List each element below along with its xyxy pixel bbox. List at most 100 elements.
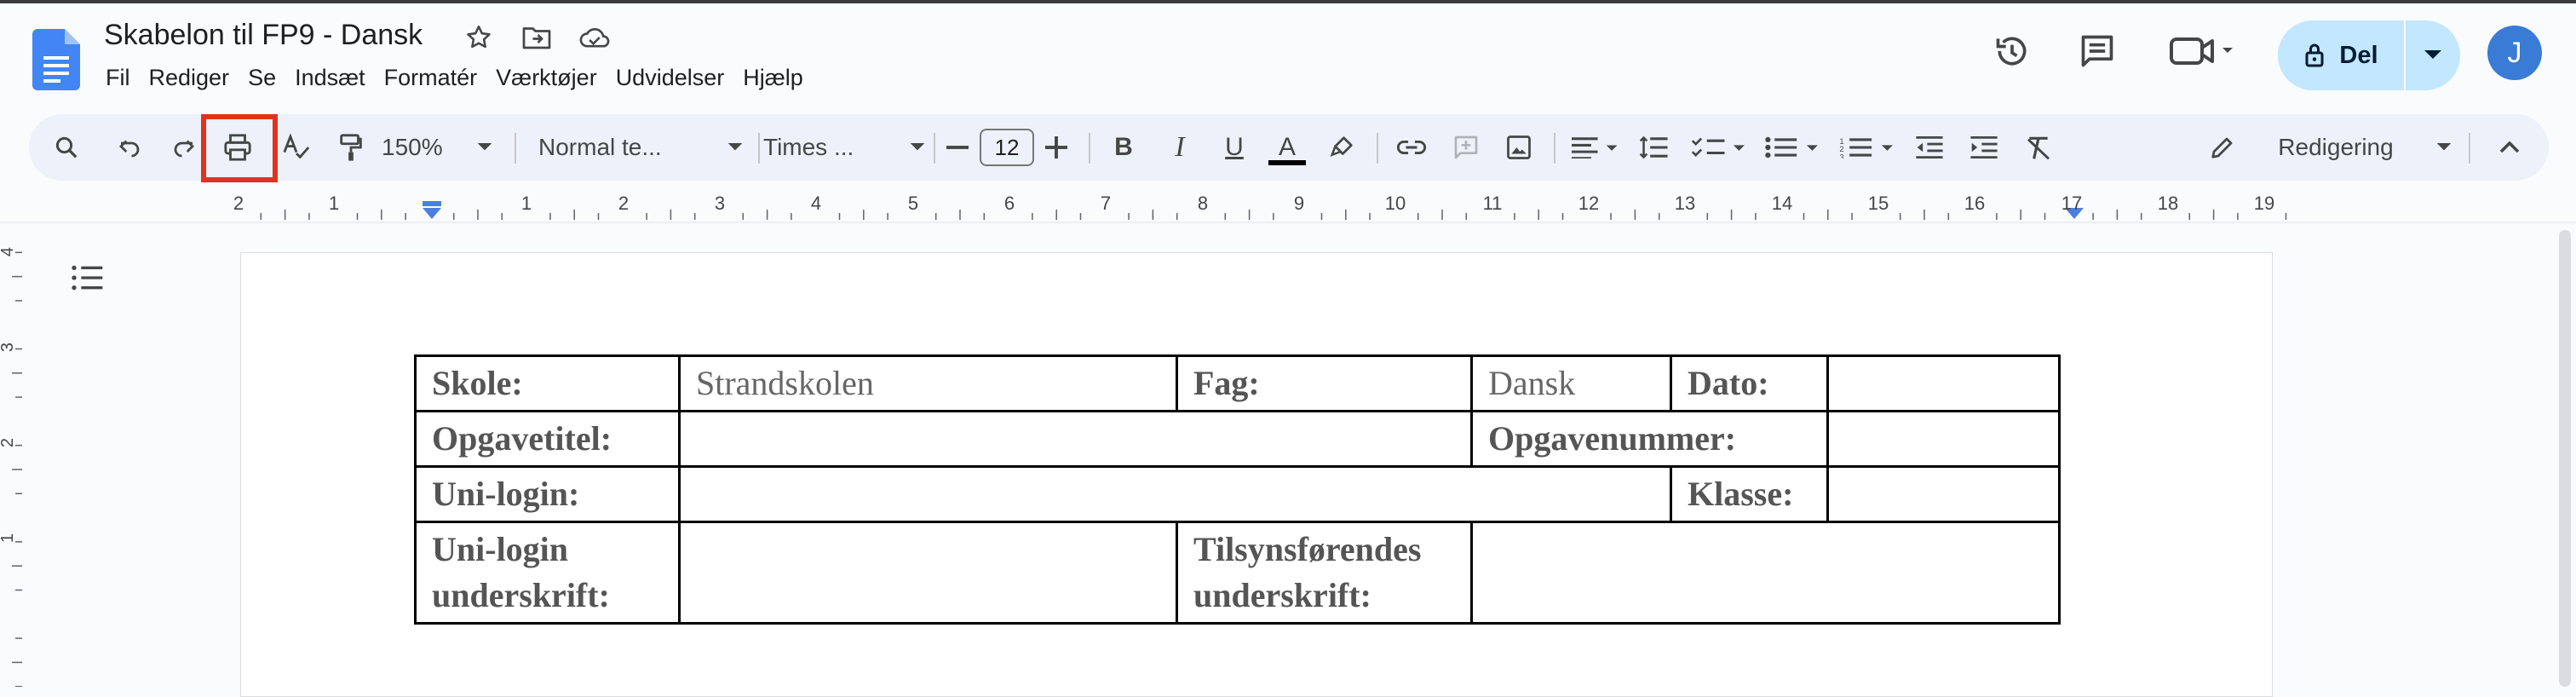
opgavenummer-label: Opgavenummer:: [1470, 410, 1829, 468]
print-highlight-box: [201, 114, 278, 182]
font-size-input-wrap: 12: [969, 114, 1044, 181]
ruler-label: 12: [1578, 193, 1600, 214]
editing-mode-dropdown[interactable]: Redigering: [2210, 114, 2452, 181]
opgavenummer-value-cell[interactable]: [1826, 410, 2061, 468]
ruler-label: 9: [1293, 193, 1305, 214]
avatar[interactable]: J: [2487, 26, 2542, 80]
increase-indent-icon[interactable]: [1963, 114, 2005, 181]
move-folder-icon[interactable]: [520, 20, 554, 55]
ruler-label: 6: [1003, 193, 1015, 214]
font-dropdown[interactable]: Times ...: [763, 114, 925, 181]
bold-icon[interactable]: B: [1102, 114, 1145, 181]
menu-udvidelser[interactable]: Udvidelser: [607, 65, 734, 91]
outline-icon[interactable]: [70, 261, 104, 295]
ruler-label: 10: [1384, 193, 1406, 214]
search-icon[interactable]: [46, 114, 87, 181]
unilogin-signature-label-line1: Uni-login: [432, 530, 569, 568]
cloud-status-icon[interactable]: [578, 20, 612, 55]
zoom-dropdown[interactable]: 150%: [382, 114, 492, 181]
chevron-down-icon: [727, 143, 743, 151]
ruler-label: 8: [1197, 193, 1209, 214]
paragraph-style-value: Normal te...: [538, 134, 662, 160]
align-icon[interactable]: [1566, 114, 1625, 181]
collapse-icon[interactable]: [2489, 114, 2530, 181]
italic-icon[interactable]: I: [1159, 114, 1201, 181]
paint-format-icon[interactable]: [331, 114, 371, 181]
paragraph-style-dropdown[interactable]: Normal te...: [538, 114, 743, 181]
ruler-label: 1: [328, 193, 340, 214]
unilogin-value-cell[interactable]: [678, 465, 1672, 523]
menu-vaerktoejer[interactable]: Værktøjer: [486, 65, 607, 91]
zoom-value: 150%: [382, 134, 443, 160]
star-icon[interactable]: [462, 20, 496, 55]
meet-icon[interactable]: [2164, 26, 2240, 77]
ruler-label: 13: [1674, 193, 1696, 214]
klasse-label: Klasse:: [1670, 465, 1829, 523]
highlight-icon[interactable]: [1320, 114, 1363, 181]
spellcheck-icon[interactable]: [276, 114, 317, 181]
checklist-icon[interactable]: [1685, 114, 1753, 181]
left-indent-marker[interactable]: [421, 201, 443, 220]
table-row: Opgavetitel: Opgavenummer:: [414, 410, 2061, 468]
vertical-ruler-label: 3: [0, 342, 18, 353]
underline-icon[interactable]: U: [1213, 114, 1256, 181]
menu-rediger[interactable]: Rediger: [140, 65, 239, 91]
lock-icon: [2305, 43, 2324, 67]
bullet-list-icon[interactable]: [1758, 114, 1826, 181]
unilogin-signature-value-cell[interactable]: [678, 521, 1178, 625]
docs-icon[interactable]: [32, 29, 80, 90]
decrease-indent-icon[interactable]: [1908, 114, 1951, 181]
share-button[interactable]: Del: [2278, 20, 2460, 90]
ruler-label: 4: [810, 193, 822, 214]
ruler-label: 2: [618, 193, 630, 214]
klasse-value-cell[interactable]: [1826, 465, 2061, 523]
ruler-label: 16: [1964, 193, 1986, 214]
document-title[interactable]: Skabelon til FP9 - Dansk: [104, 19, 423, 52]
menu-formater[interactable]: Formatér: [375, 65, 487, 91]
line-spacing-icon[interactable]: [1630, 114, 1676, 181]
ruler-label: 7: [1100, 193, 1112, 214]
table-row: Uni-login: Klasse:: [414, 465, 2061, 523]
ruler-label: 3: [714, 193, 726, 214]
clear-format-icon[interactable]: [2017, 114, 2060, 181]
tilsyn-signature-value-cell[interactable]: [1470, 521, 2061, 625]
numbered-list-icon[interactable]: 123: [1833, 114, 1901, 181]
ruler-label: 1: [520, 193, 532, 214]
font-size-input[interactable]: 12: [980, 129, 1034, 166]
undo-icon[interactable]: [109, 114, 150, 181]
menu-se[interactable]: Se: [239, 65, 285, 91]
chevron-down-icon: [477, 143, 492, 151]
menu-fil[interactable]: Fil: [104, 65, 140, 91]
fag-label: Fag:: [1176, 354, 1473, 412]
tilsyn-signature-label: Tilsynsførendes underskrift:: [1176, 521, 1473, 625]
menu-indsaet[interactable]: Indsæt: [285, 65, 375, 91]
increase-font-size-icon[interactable]: [1038, 114, 1075, 181]
dato-value-cell[interactable]: [1826, 354, 2061, 412]
dato-label: Dato:: [1670, 354, 1829, 412]
scrollbar[interactable]: [2559, 230, 2571, 687]
opgavetitel-value-cell[interactable]: [678, 410, 1473, 468]
horizontal-ruler: 2 1 1 2 3 4 5 6 7 8 9 10 11 12 13 14 15 …: [0, 189, 2576, 223]
skole-value[interactable]: Strandskolen: [678, 354, 1178, 412]
table-row: Uni-login underskrift: Tilsynsførendes u…: [414, 521, 2061, 625]
vertical-ruler-label: 4: [0, 246, 18, 257]
fag-value[interactable]: Dansk: [1470, 354, 1672, 412]
opgavetitel-label: Opgavetitel:: [414, 410, 681, 468]
unilogin-label: Uni-login:: [414, 465, 681, 523]
share-label: Del: [2339, 41, 2378, 69]
image-icon[interactable]: [1496, 114, 1542, 181]
share-dropdown-caret[interactable]: [2406, 20, 2460, 90]
vertical-ruler-label: 1: [0, 533, 18, 544]
menu-hjaelp[interactable]: Hjælp: [733, 65, 813, 91]
skole-label: Skole:: [414, 354, 681, 412]
history-icon[interactable]: [1987, 26, 2038, 77]
editing-mode-value: Redigering: [2278, 134, 2394, 160]
link-icon[interactable]: [1389, 114, 1435, 181]
header-form-table: Skole: Strandskolen Fag: Dansk Dato: Opg…: [414, 354, 2061, 625]
unilogin-signature-label-line2: underskrift:: [432, 576, 610, 614]
text-color-icon[interactable]: A: [1261, 114, 1314, 181]
redo-icon[interactable]: [164, 114, 204, 181]
comments-icon[interactable]: [2072, 26, 2123, 77]
add-comment-icon[interactable]: [1443, 114, 1489, 181]
ruler-label: 18: [2157, 193, 2179, 214]
